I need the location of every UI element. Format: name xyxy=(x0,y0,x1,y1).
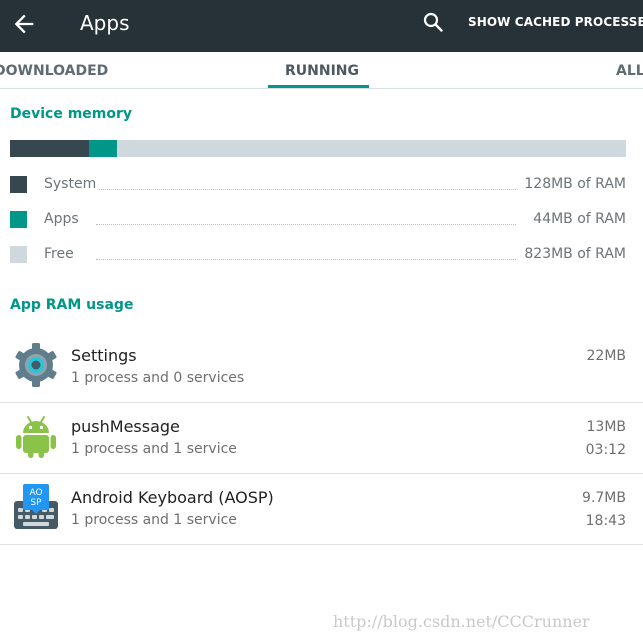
keyboard-icon-text-top: AO xyxy=(29,488,42,498)
legend-value: 823MB of RAM xyxy=(522,246,626,262)
app-bar: Apps SHOW CACHED PROCESSES xyxy=(0,0,643,52)
page-title: Apps xyxy=(80,11,130,35)
app-uptime: 03:12 xyxy=(585,442,626,458)
watermark: http://blog.csdn.net/CCCrunner xyxy=(333,612,590,631)
legend-row-apps: Apps 44MB of RAM xyxy=(10,209,626,229)
legend-row-free: Free 823MB of RAM xyxy=(10,244,626,264)
legend-swatch-apps xyxy=(10,211,27,228)
app-row-pushmessage[interactable]: pushMessage 1 process and 1 service 13MB… xyxy=(0,403,643,474)
app-process-info: 1 process and 0 services xyxy=(71,370,245,386)
keyboard-icon: AO SP xyxy=(14,484,58,529)
tab-downloaded[interactable]: DOWNLOADED xyxy=(0,63,108,79)
selected-tab-indicator xyxy=(268,85,369,88)
app-ram-usage-title: App RAM usage xyxy=(10,297,134,313)
show-cached-processes-button[interactable]: SHOW CACHED PROCESSES xyxy=(468,15,643,29)
app-process-info: 1 process and 1 service xyxy=(71,512,237,528)
tab-bar: DOWNLOADED RUNNING ALL xyxy=(0,52,643,89)
app-row-android-keyboard[interactable]: AO SP Android Keyboard (AOSP) 1 process … xyxy=(0,474,643,545)
legend-label: Free xyxy=(44,246,76,262)
legend-value: 128MB of RAM xyxy=(522,176,626,192)
legend-swatch-system xyxy=(10,176,27,193)
legend-row-system: System 128MB of RAM xyxy=(10,174,626,194)
legend-leader xyxy=(96,224,516,225)
app-name: pushMessage xyxy=(71,417,180,436)
app-process-info: 1 process and 1 service xyxy=(71,441,237,457)
legend-label: System xyxy=(44,176,99,192)
legend-value: 44MB of RAM xyxy=(531,211,626,227)
app-name: Android Keyboard (AOSP) xyxy=(71,488,274,507)
memory-usage-bar xyxy=(10,140,626,157)
memory-bar-system xyxy=(10,140,90,157)
tab-all[interactable]: ALL xyxy=(616,63,643,79)
search-icon[interactable] xyxy=(421,10,445,34)
settings-gear-icon xyxy=(15,343,57,387)
back-arrow-icon[interactable] xyxy=(10,10,38,38)
legend-leader xyxy=(96,259,516,260)
app-ram-size: 13MB xyxy=(586,419,627,435)
memory-bar-apps xyxy=(89,140,117,157)
legend-swatch-free xyxy=(10,246,27,263)
device-memory-title: Device memory xyxy=(10,106,133,122)
app-name: Settings xyxy=(71,346,137,365)
android-robot-icon xyxy=(16,416,56,458)
legend-leader xyxy=(96,189,516,190)
tab-running[interactable]: RUNNING xyxy=(285,63,359,79)
app-uptime: 18:43 xyxy=(585,513,626,529)
keyboard-icon-text-bottom: SP xyxy=(30,498,42,508)
app-row-settings[interactable]: Settings 1 process and 0 services 22MB xyxy=(0,332,643,403)
app-ram-size: 22MB xyxy=(586,348,627,364)
legend-label: Apps xyxy=(44,211,81,227)
app-ram-size: 9.7MB xyxy=(582,490,626,506)
